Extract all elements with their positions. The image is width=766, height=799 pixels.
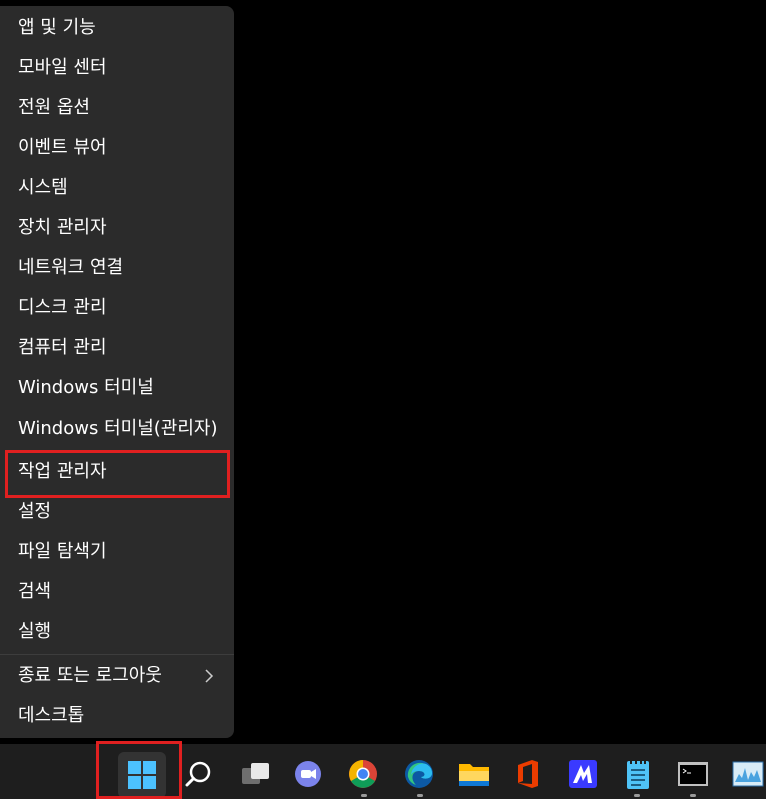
- menu-item-label: 데스크톱: [18, 705, 85, 726]
- running-indicator: [690, 794, 696, 797]
- task-manager-highlight-box: [5, 450, 230, 498]
- running-indicator: [634, 794, 640, 797]
- menu-item-label: 네트워크 연결: [18, 257, 124, 278]
- menu-item-label: Windows 터미널(관리자): [18, 418, 218, 439]
- menu-item-label: 이벤트 뷰어: [18, 137, 107, 158]
- menu-item-label: 앱 및 기능: [18, 17, 96, 38]
- winx-context-menu: 앱 및 기능 모바일 센터 전원 옵션 이벤트 뷰어 시스템 장치 관리자 네트…: [0, 6, 234, 738]
- menu-item-power-options[interactable]: 전원 옵션: [0, 88, 234, 128]
- performance-monitor-icon[interactable]: [728, 754, 766, 794]
- desktop-screen: 앱 및 기능 모바일 센터 전원 옵션 이벤트 뷰어 시스템 장치 관리자 네트…: [0, 0, 766, 799]
- menu-item-label: 시스템: [18, 177, 68, 198]
- menu-item-label: 검색: [18, 581, 52, 602]
- terminal-icon[interactable]: [673, 754, 713, 794]
- menu-item-event-viewer[interactable]: 이벤트 뷰어: [0, 128, 234, 168]
- search-icon[interactable]: [178, 754, 218, 794]
- menu-item-windows-terminal-admin[interactable]: Windows 터미널(관리자): [0, 409, 234, 449]
- menu-item-label: 모바일 센터: [18, 57, 107, 78]
- menu-item-computer-management[interactable]: 컴퓨터 관리: [0, 328, 234, 368]
- menu-item-label: 설정: [18, 501, 52, 522]
- menu-item-label: 종료 또는 로그아웃: [18, 665, 162, 686]
- menu-item-network-connections[interactable]: 네트워크 연결: [0, 248, 234, 288]
- menu-item-windows-terminal[interactable]: Windows 터미널: [0, 368, 234, 408]
- menu-item-label: Windows 터미널: [18, 377, 154, 398]
- menu-item-label: 디스크 관리: [18, 297, 107, 318]
- edge-icon[interactable]: [399, 754, 439, 794]
- running-indicator: [361, 794, 367, 797]
- menu-item-system[interactable]: 시스템: [0, 168, 234, 208]
- menu-item-shutdown-signout[interactable]: 종료 또는 로그아웃: [0, 656, 234, 696]
- chrome-icon[interactable]: [343, 754, 383, 794]
- start-button-highlight-box: [96, 741, 182, 799]
- teams-chat-icon[interactable]: [288, 754, 328, 794]
- task-view-icon[interactable]: [236, 754, 276, 794]
- menu-item-mobility-center[interactable]: 모바일 센터: [0, 48, 234, 88]
- office-icon[interactable]: [508, 754, 548, 794]
- menu-item-label: 컴퓨터 관리: [18, 337, 107, 358]
- menu-item-search[interactable]: 검색: [0, 572, 234, 612]
- menu-item-label: 실행: [18, 621, 52, 642]
- menu-item-run[interactable]: 실행: [0, 612, 234, 652]
- file-explorer-icon[interactable]: [454, 754, 494, 794]
- menu-item-settings[interactable]: 설정: [0, 492, 234, 532]
- menu-item-apps-features[interactable]: 앱 및 기능: [0, 8, 234, 48]
- app-icon[interactable]: [563, 754, 603, 794]
- menu-item-label: 장치 관리자: [18, 217, 107, 238]
- running-indicator: [417, 794, 423, 797]
- menu-divider: [0, 654, 234, 655]
- menu-item-label: 전원 옵션: [18, 97, 90, 118]
- menu-item-device-manager[interactable]: 장치 관리자: [0, 208, 234, 248]
- chevron-right-icon: [205, 669, 214, 683]
- menu-item-label: 파일 탐색기: [18, 541, 107, 562]
- notepad-icon[interactable]: [618, 754, 658, 794]
- menu-item-file-explorer[interactable]: 파일 탐색기: [0, 532, 234, 572]
- menu-item-disk-management[interactable]: 디스크 관리: [0, 288, 234, 328]
- menu-item-desktop[interactable]: 데스크톱: [0, 696, 234, 736]
